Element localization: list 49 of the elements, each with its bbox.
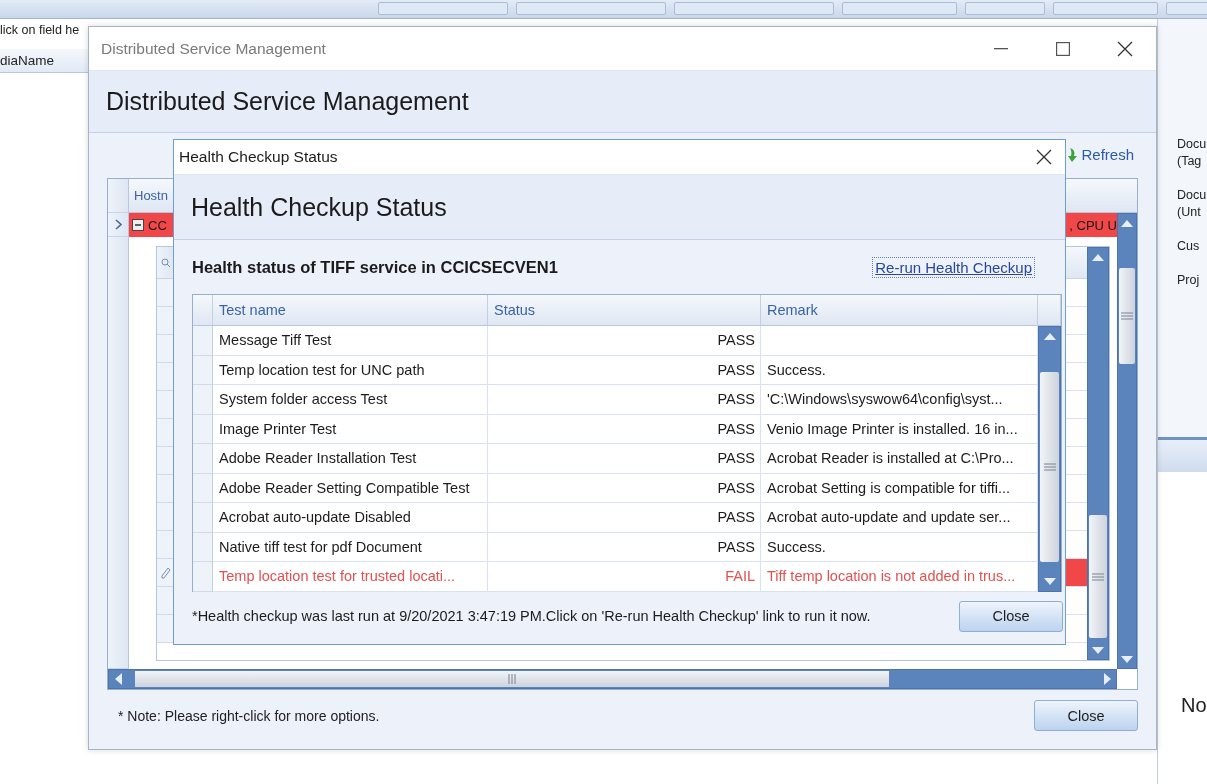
rerun-link[interactable]: Re-run Health Checkup [872, 256, 1035, 278]
close-button[interactable]: Close [959, 600, 1063, 632]
test-name-cell: Adobe Reader Setting Compatible Test [213, 473, 488, 503]
column-header[interactable]: Test name [213, 295, 488, 326]
field-label: Proj [1177, 272, 1200, 289]
hint-text: lick on field he [0, 22, 80, 37]
column-header[interactable]: Remark [761, 295, 1038, 326]
dialog-heading: Health Checkup Status [190, 192, 447, 222]
remark-cell: Acrobat auto-update and update ser... [761, 503, 1038, 533]
status-cell: PASS [488, 414, 761, 444]
test-name-cell: System folder access Test [213, 385, 488, 415]
refresh-link[interactable]: Refresh [1068, 146, 1134, 163]
status-cell: PASS [488, 444, 761, 474]
dialog-title: Health Checkup Status [178, 148, 339, 166]
field-label: Cus [1177, 238, 1200, 255]
footer-text: *Health checkup was last run at 9/20/2021 3:47:19 PM.Click on 'Re-run Health Checkup' link to run it now. [192, 608, 871, 624]
test-name-cell: Message Tiff Test [213, 326, 488, 356]
column-header[interactable]: Status [488, 295, 761, 326]
remark-cell: Success. [761, 532, 1038, 562]
status-cell: FAIL [488, 562, 761, 592]
status-cell: PASS [488, 503, 761, 533]
section-title: Health status of TIFF service in CCICSECVEN1 [192, 257, 558, 277]
field-label: Docu [1177, 187, 1207, 204]
remark-cell: Venio Image Printer is installed. 16 in... [761, 414, 1038, 444]
test-name-cell: Temp location test for UNC path [213, 355, 488, 385]
field-label: (Unt [1177, 204, 1201, 221]
remark-cell: Tiff temp location is not added in trus... [761, 562, 1038, 592]
window-title: Distributed Service Management [100, 39, 327, 58]
status-cell: PASS [488, 532, 761, 562]
status-cell: PASS [488, 473, 761, 503]
note-text: No [1181, 694, 1207, 717]
test-name-cell: Acrobat auto-update Disabled [213, 503, 488, 533]
field-label: (Tag [1177, 153, 1202, 170]
status-cell: PASS [488, 385, 761, 415]
field-label: Docu [1177, 136, 1207, 153]
window-heading: Distributed Service Management [105, 87, 469, 116]
remark-cell: Success. [761, 355, 1038, 385]
column-header[interactable]: diaName [0, 49, 88, 73]
remark-cell: Acrobat Reader is installed at C:\Pro... [761, 444, 1038, 474]
test-name-cell: Native tiff test for pdf Document [213, 532, 488, 562]
test-name-cell: Image Printer Test [213, 414, 488, 444]
test-name-cell: Temp location test for trusted locati... [213, 562, 488, 592]
status-cell: PASS [488, 326, 761, 356]
note-text: * Note: Please right-click for more options. [118, 707, 380, 724]
test-name-cell: Adobe Reader Installation Test [213, 444, 488, 474]
remark-cell: Acrobat Setting is compatible for tiffi... [761, 473, 1038, 503]
close-button[interactable]: Close [1034, 700, 1138, 731]
remark-cell: 'C:\Windows\syswow64\config\syst... [761, 385, 1038, 415]
status-cell: PASS [488, 355, 761, 385]
